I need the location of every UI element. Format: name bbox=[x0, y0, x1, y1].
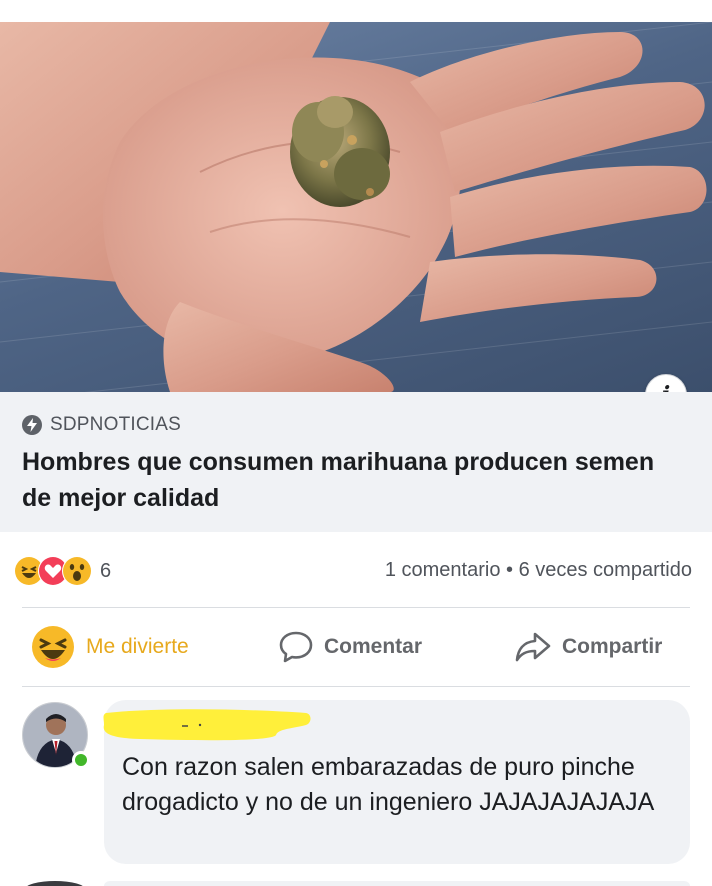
divider bbox=[22, 607, 690, 608]
top-spacer bbox=[0, 0, 712, 22]
next-comment-peek bbox=[0, 874, 712, 886]
link-source: SDPNOTICIAS bbox=[22, 414, 181, 436]
wow-icon bbox=[62, 556, 92, 586]
article-image[interactable] bbox=[0, 22, 712, 392]
haha-icon bbox=[32, 626, 74, 668]
react-label: Me divierte bbox=[86, 635, 189, 658]
share-button[interactable]: Compartir bbox=[514, 616, 662, 678]
reaction-summary[interactable]: 6 bbox=[14, 556, 111, 586]
comment-text: Con razon salen embarazadas de puro pinc… bbox=[122, 753, 655, 816]
article-headline[interactable]: Hombres que consumen marihuana producen … bbox=[22, 444, 682, 516]
action-bar: Me divierte Comentar Compartir bbox=[0, 616, 712, 678]
comment-button[interactable]: Comentar bbox=[278, 616, 422, 678]
reaction-count: 6 bbox=[100, 559, 112, 582]
online-status-dot bbox=[72, 751, 90, 769]
share-label: Compartir bbox=[562, 635, 663, 658]
comment-share-stats[interactable]: 1 comentario • 6 veces compartido bbox=[385, 559, 692, 582]
comment-label: Comentar bbox=[324, 635, 423, 658]
speech-bubble-icon bbox=[279, 631, 313, 663]
share-arrow-icon bbox=[515, 632, 551, 662]
divider bbox=[22, 686, 690, 687]
react-button[interactable]: Me divierte bbox=[30, 616, 189, 678]
hand-photo bbox=[0, 22, 712, 392]
lightning-icon bbox=[22, 415, 42, 435]
name-redaction bbox=[103, 709, 311, 741]
source-name: SDPNOTICIAS bbox=[50, 414, 181, 435]
